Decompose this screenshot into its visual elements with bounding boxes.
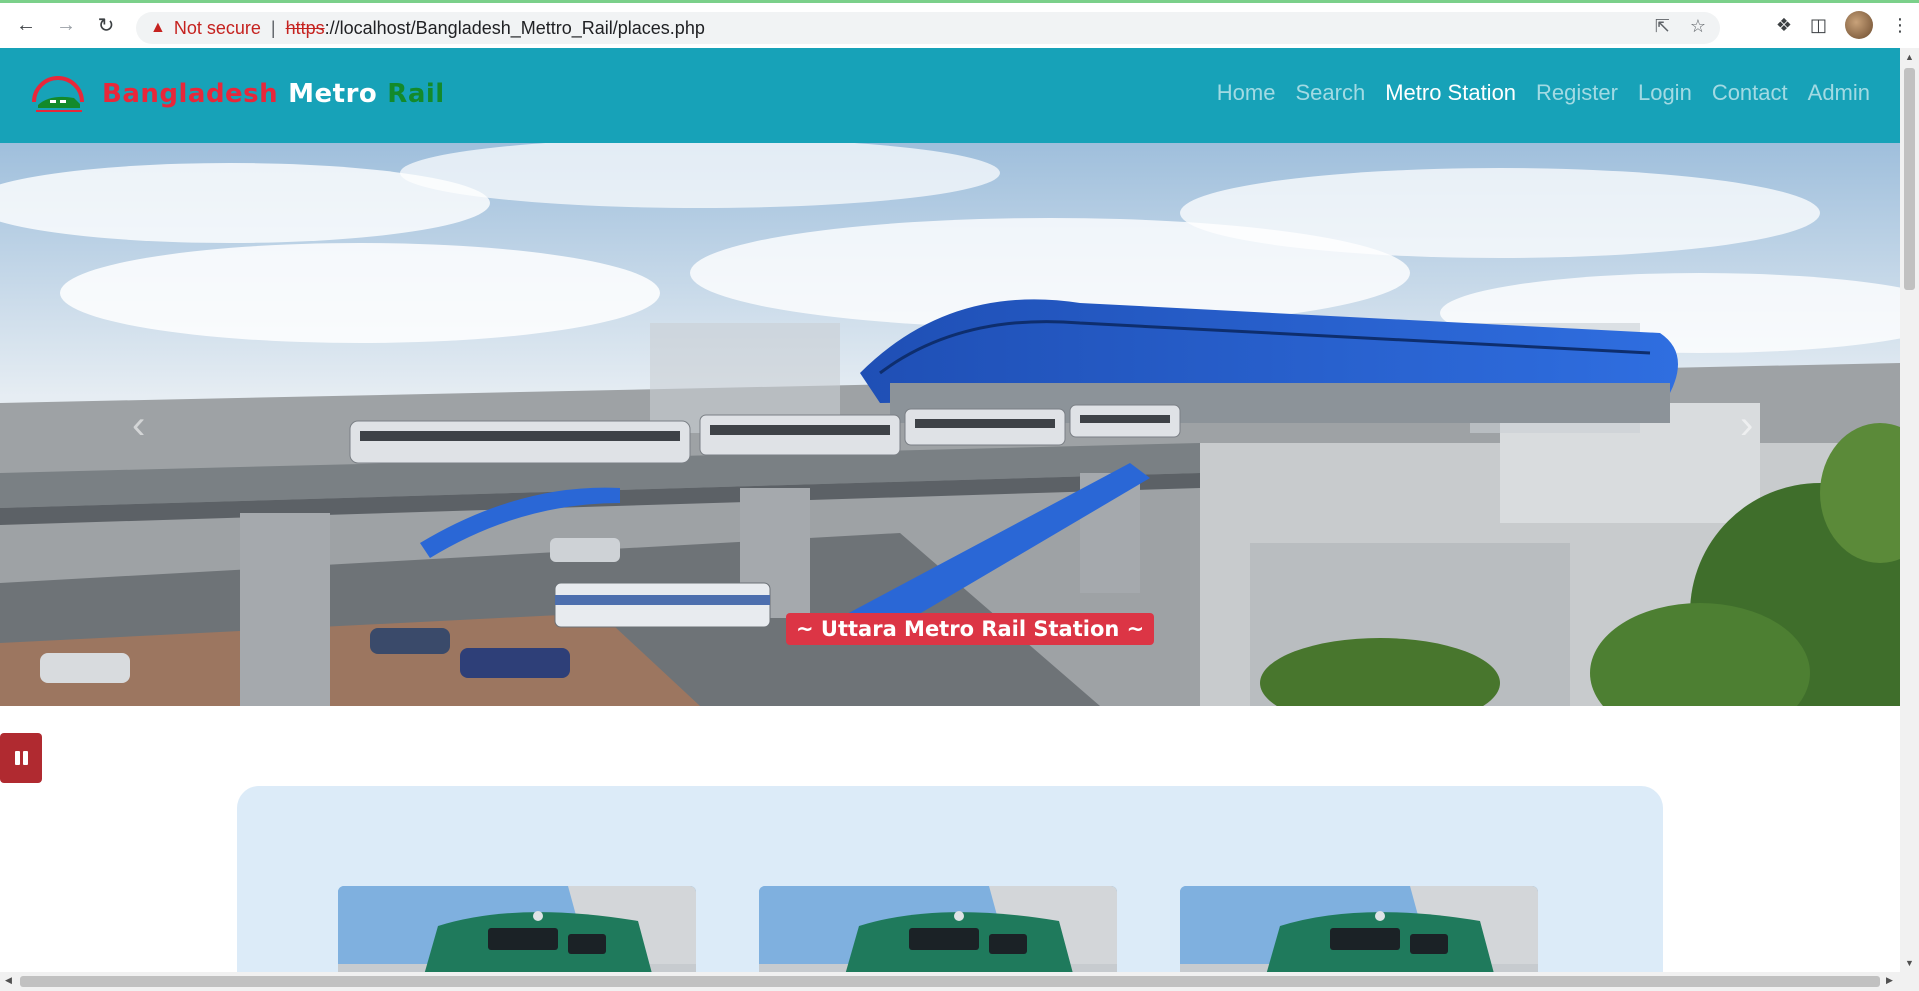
hero-carousel: ‹ › ~ Uttara Metro Rail Station ~ xyxy=(0,143,1900,706)
slide-caption: ~ Uttara Metro Rail Station ~ xyxy=(786,613,1155,645)
kebab-menu-icon[interactable]: ⋮ xyxy=(1891,15,1909,36)
scroll-right-arrow-icon[interactable]: ▶ xyxy=(1886,975,1893,986)
nav-home[interactable]: Home xyxy=(1217,80,1276,106)
brand-word-rail: Rail xyxy=(387,79,445,109)
back-button[interactable]: ← xyxy=(6,6,46,46)
nav-admin[interactable]: Admin xyxy=(1808,80,1870,106)
nav-login[interactable]: Login xyxy=(1638,80,1692,106)
arrow-left-icon: ← xyxy=(16,14,36,36)
puzzle-icon[interactable]: ❖ xyxy=(1776,15,1792,36)
url-path: ://localhost/Bangladesh_Mettro_Rail/plac… xyxy=(324,17,705,38)
scroll-up-arrow-icon[interactable]: ▲ xyxy=(1905,52,1914,62)
vertical-scrollbar[interactable]: ▲ ▼ xyxy=(1900,48,1919,972)
brand-name: Bangladesh Metro Rail xyxy=(102,79,445,109)
profile-avatar[interactable] xyxy=(1845,11,1873,39)
horizontal-scroll-thumb[interactable] xyxy=(20,976,1880,987)
share-icon[interactable]: ⇱ xyxy=(1655,16,1670,37)
pause-button[interactable] xyxy=(0,733,42,783)
brand-word-metro: Metro xyxy=(288,79,378,109)
url-scheme: https xyxy=(285,17,325,38)
nav-metro-station[interactable]: Metro Station xyxy=(1385,80,1516,106)
forward-button[interactable]: → xyxy=(46,6,86,46)
security-label[interactable]: Not secure xyxy=(174,18,261,39)
scroll-left-arrow-icon[interactable]: ◀ xyxy=(5,975,12,986)
horizontal-scrollbar[interactable]: ◀ ▶ xyxy=(0,972,1919,991)
metro-logo-icon xyxy=(32,76,84,112)
scroll-down-arrow-icon[interactable]: ▼ xyxy=(1905,958,1914,968)
brand-link[interactable]: Bangladesh Metro Rail xyxy=(30,72,445,116)
site-navbar: Bangladesh Metro Rail Home Search Metro St… xyxy=(0,48,1900,143)
warning-triangle-icon: ▲ xyxy=(150,19,166,36)
vertical-scroll-thumb[interactable] xyxy=(1904,68,1915,290)
nav-contact[interactable]: Contact xyxy=(1712,80,1788,106)
browser-toolbar: ← → ↻ ▲ Not secure | https://localhost/B… xyxy=(0,0,1919,48)
star-icon[interactable]: ☆ xyxy=(1690,16,1706,37)
main-nav: Home Search Metro Station Register Login… xyxy=(1217,80,1870,106)
nav-search[interactable]: Search xyxy=(1295,80,1365,106)
side-panel-icon[interactable]: ◫ xyxy=(1810,15,1827,36)
address-bar[interactable]: ▲ Not secure | https://localhost/Banglad… xyxy=(136,12,1720,44)
chevron-left-icon: ‹ xyxy=(132,403,146,447)
reload-button[interactable]: ↻ xyxy=(86,6,126,46)
carousel-next-button[interactable]: › xyxy=(1740,403,1753,448)
chevron-right-icon: › xyxy=(1740,403,1754,447)
address-separator: | xyxy=(270,17,276,38)
arrow-right-icon: → xyxy=(56,14,76,36)
pause-icon xyxy=(14,751,20,765)
brand-word-bangladesh: Bangladesh xyxy=(102,79,279,109)
nav-register[interactable]: Register xyxy=(1536,80,1618,106)
reload-icon: ↻ xyxy=(97,15,115,37)
carousel-prev-button[interactable]: ‹ xyxy=(132,403,145,448)
